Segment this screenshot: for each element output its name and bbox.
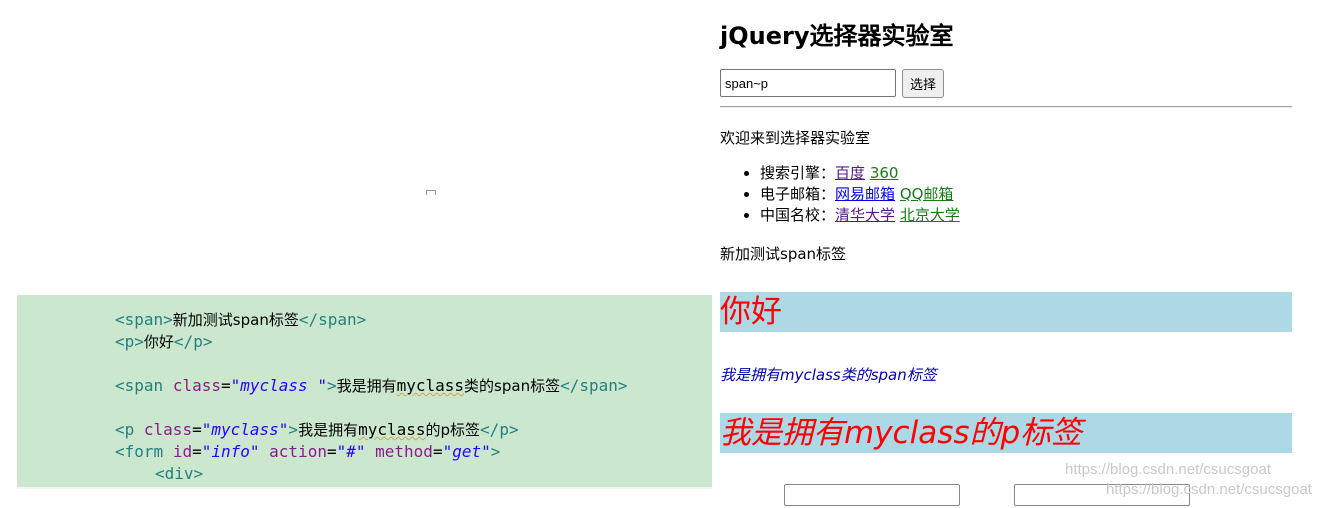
code-tag: </span> — [298, 310, 367, 329]
code-tag: </p> — [173, 332, 213, 351]
code-tag: <div> — [155, 464, 204, 483]
code-line-form: <form id="info" action="#" method="get"> — [115, 441, 500, 463]
code-eq: = — [432, 442, 443, 461]
code-line-p-myclass: <p class="myclass">我是拥有myclass的p标签</p> — [115, 419, 519, 441]
code-editor-panel: <span>新加测试span标签</span> <p>你好</p> <span … — [17, 295, 712, 489]
scroll-marker — [426, 190, 436, 195]
list-item-label: 搜索引擎： — [760, 164, 836, 182]
code-attr: method — [375, 442, 433, 461]
code-line-div: <div> — [155, 463, 203, 485]
list-item: 电子邮箱：网易邮箱 QQ邮箱 — [760, 184, 960, 205]
watermark: https://blog.csdn.net/csucsgoat — [1106, 481, 1312, 498]
code-tag: </p> — [480, 420, 519, 439]
link-360[interactable]: 360 — [870, 164, 899, 182]
form-input-1[interactable] — [784, 484, 960, 506]
code-eq: = — [220, 376, 231, 395]
code-tag: <p> — [115, 332, 144, 351]
code-text: 的p标签 — [425, 421, 481, 439]
divider — [720, 106, 1292, 108]
code-attr: class — [143, 420, 193, 439]
link-tsinghua[interactable]: 清华大学 — [835, 206, 895, 224]
code-string: "myclass " — [230, 376, 327, 395]
code-eq: = — [326, 442, 337, 461]
code-string: "info" — [201, 442, 260, 461]
link-qq-mail[interactable]: QQ邮箱 — [900, 185, 954, 203]
code-tag: <form — [115, 442, 164, 461]
span-myclass-text: 我是拥有myclass类的span标签 — [720, 366, 937, 384]
code-text-spellcheck: myclass — [358, 420, 426, 439]
code-attr: id — [172, 442, 193, 461]
code-tag: > — [490, 442, 501, 461]
list-item-label: 中国名校： — [760, 206, 836, 224]
welcome-text: 欢迎来到选择器实验室 — [720, 129, 871, 147]
list-item: 中国名校：清华大学 北京大学 — [760, 205, 960, 226]
list-item-label: 电子邮箱： — [760, 185, 836, 203]
code-text: 类的span标签 — [464, 377, 561, 395]
code-string: "#" — [336, 442, 366, 461]
p-hello-highlighted: 你好 — [720, 292, 1292, 332]
code-attr: class — [172, 376, 221, 395]
code-text: 我是拥有 — [336, 377, 397, 395]
code-string: "myclass" — [201, 420, 289, 439]
span-test-text: 新加测试span标签 — [720, 245, 847, 263]
code-tag: <span> — [115, 310, 173, 329]
code-eq: = — [192, 420, 202, 439]
code-line-span: <span>新加测试span标签</span> — [115, 309, 366, 331]
link-pku[interactable]: 北京大学 — [900, 206, 960, 224]
code-tag: <span — [115, 376, 164, 395]
p-myclass-highlighted: 我是拥有myclass的p标签 — [720, 413, 1292, 453]
code-tag: <p — [115, 420, 135, 439]
code-attr: action — [269, 442, 327, 461]
link-163-mail[interactable]: 网易邮箱 — [835, 185, 895, 203]
code-line-span-myclass: <span class="myclass ">我是拥有myclass类的span… — [115, 375, 628, 397]
code-tag: > — [326, 376, 337, 395]
code-text: 你好 — [143, 333, 174, 351]
page-title: jQuery选择器实验室 — [720, 22, 954, 50]
list-item: 搜索引擎：百度 360 — [760, 163, 960, 184]
code-tag: > — [288, 420, 299, 439]
code-tag: </span> — [560, 376, 628, 395]
code-line-p: <p>你好</p> — [115, 331, 212, 353]
selector-input[interactable] — [720, 69, 896, 97]
code-text: 新加测试span标签 — [172, 311, 299, 329]
watermark: https://blog.csdn.net/csucsgoat — [1065, 461, 1271, 478]
link-list: 搜索引擎：百度 360 电子邮箱：网易邮箱 QQ邮箱 中国名校：清华大学 北京大… — [720, 163, 960, 226]
link-baidu[interactable]: 百度 — [835, 164, 865, 182]
code-eq: = — [192, 442, 202, 461]
code-string: "get" — [442, 442, 491, 461]
select-button[interactable]: 选择 — [902, 69, 944, 98]
code-text-spellcheck: myclass — [396, 376, 465, 395]
code-text: 我是拥有 — [298, 421, 359, 439]
